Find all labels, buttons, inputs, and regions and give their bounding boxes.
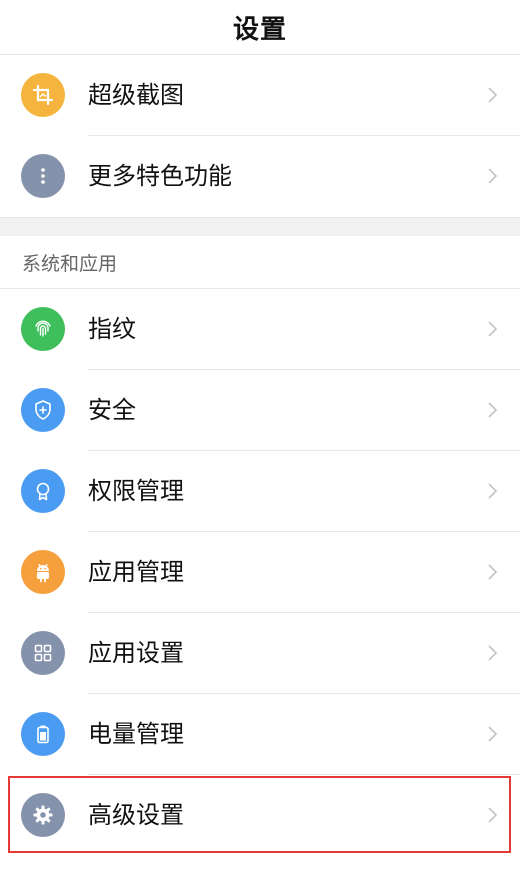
- settings-item-security[interactable]: 安全: [0, 370, 520, 451]
- settings-item-label: 电量管理: [88, 720, 184, 748]
- settings-item-label: 超级截图: [88, 81, 184, 109]
- grid-icon: [21, 631, 65, 675]
- battery-icon: [21, 712, 65, 756]
- chevron-right-icon: [488, 87, 498, 103]
- settings-item-label: 权限管理: [88, 477, 184, 505]
- chevron-right-icon: [488, 483, 498, 499]
- top-list: 超级截图 更多特色功能: [0, 55, 520, 217]
- badge-icon: [21, 469, 65, 513]
- page-title: 设置: [232, 14, 287, 45]
- settings-item-more-features[interactable]: 更多特色功能: [0, 136, 520, 217]
- android-icon: [21, 550, 65, 594]
- settings-item-app-management[interactable]: 应用管理: [0, 532, 520, 613]
- settings-item-advanced[interactable]: 高级设置: [0, 775, 520, 856]
- system-apps-list: 指纹 安全 权限管理 应用管理 应用设置 电量管理 高级设置: [0, 289, 520, 856]
- settings-item-super-screenshot[interactable]: 超级截图: [0, 55, 520, 136]
- chevron-right-icon: [488, 402, 498, 418]
- section-gap: [0, 217, 520, 236]
- settings-item-label: 应用设置: [88, 639, 184, 667]
- shield-icon: [21, 388, 65, 432]
- settings-item-label: 更多特色功能: [88, 162, 232, 190]
- settings-item-label: 指纹: [88, 315, 136, 343]
- chevron-right-icon: [488, 168, 498, 184]
- gear-icon: [21, 793, 65, 837]
- more-dots-icon: [21, 154, 65, 198]
- chevron-right-icon: [488, 564, 498, 580]
- settings-item-label: 高级设置: [88, 801, 184, 829]
- chevron-right-icon: [488, 645, 498, 661]
- chevron-right-icon: [488, 807, 498, 823]
- chevron-right-icon: [488, 726, 498, 742]
- settings-item-permissions[interactable]: 权限管理: [0, 451, 520, 532]
- chevron-right-icon: [488, 321, 498, 337]
- settings-item-battery[interactable]: 电量管理: [0, 694, 520, 775]
- fingerprint-icon: [21, 307, 65, 351]
- settings-item-app-settings[interactable]: 应用设置: [0, 613, 520, 694]
- settings-item-fingerprint[interactable]: 指纹: [0, 289, 520, 370]
- settings-item-label: 安全: [88, 396, 136, 424]
- section-title: 系统和应用: [0, 236, 520, 289]
- title-bar: 设置: [0, 0, 520, 55]
- screenshot-crop-icon: [21, 73, 65, 117]
- settings-item-label: 应用管理: [88, 558, 184, 586]
